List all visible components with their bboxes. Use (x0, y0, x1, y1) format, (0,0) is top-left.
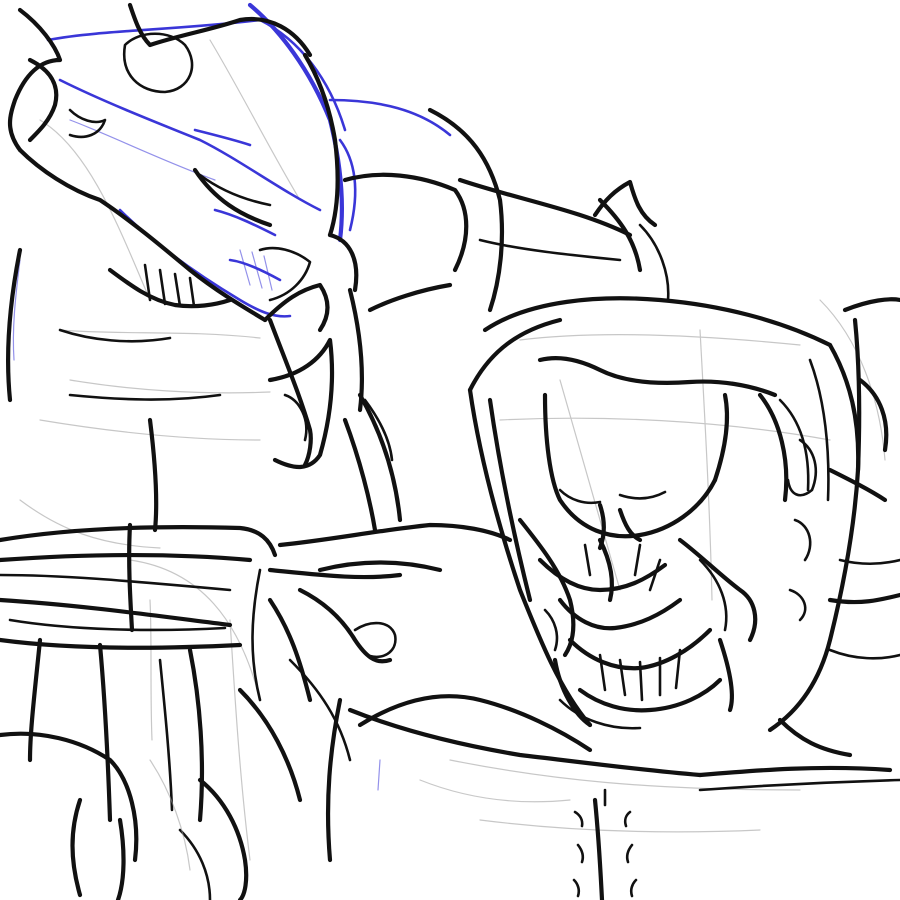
sketch-drawing (0, 0, 900, 900)
sketch-canvas (0, 0, 900, 900)
